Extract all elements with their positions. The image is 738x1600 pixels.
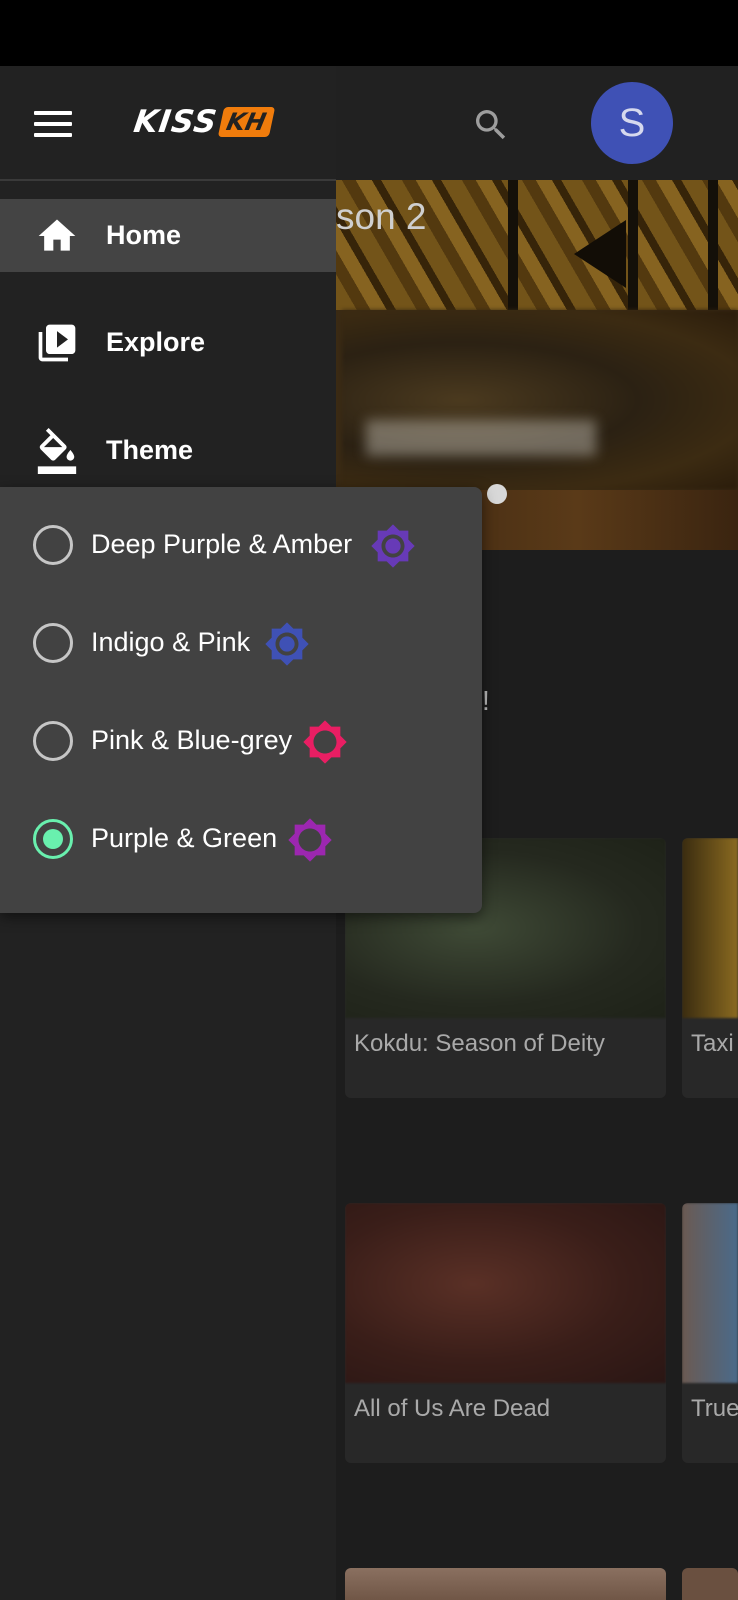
section-text-fragment: !: [482, 685, 490, 716]
theme-option-label: Pink & Blue-grey: [91, 725, 293, 755]
nav-label-theme: Theme: [106, 435, 194, 465]
show-title: Taxi: [691, 1030, 734, 1057]
format-color-fill-icon: [34, 427, 80, 474]
app-logo[interactable]: KISS KH: [131, 104, 275, 140]
show-thumbnail: [682, 1568, 738, 1600]
nav-item-home[interactable]: Home: [0, 199, 336, 272]
theme-swatch-icon: [265, 622, 309, 666]
radio-button[interactable]: [33, 525, 73, 565]
show-card[interactable]: [345, 1568, 666, 1600]
nav-label-explore: Explore: [106, 327, 206, 357]
radio-button[interactable]: [33, 721, 73, 761]
theme-swatch-icon: [303, 720, 347, 764]
search-icon: [476, 110, 506, 140]
user-avatar[interactable]: S: [591, 82, 673, 164]
theme-swatch-icon: [371, 524, 415, 568]
carousel-indicator-dot[interactable]: [487, 484, 507, 504]
show-thumbnail: [682, 1203, 738, 1383]
show-thumbnail: [682, 838, 738, 1018]
home-icon: [34, 213, 80, 259]
show-title: All of Us Are Dead: [354, 1395, 551, 1422]
search-button[interactable]: [468, 102, 514, 148]
radio-button[interactable]: [33, 623, 73, 663]
logo-badge: KH: [217, 107, 275, 137]
show-thumbnail: [345, 1203, 666, 1383]
nav-item-theme[interactable]: Theme: [0, 414, 336, 487]
nav-label-home: Home: [106, 220, 182, 250]
show-card[interactable]: True: [682, 1203, 738, 1463]
menu-icon: [34, 111, 72, 115]
theme-option-label: Indigo & Pink: [91, 627, 251, 657]
theme-option-purple-green[interactable]: Purple & Green: [0, 789, 482, 887]
theme-option-label: Purple & Green: [91, 823, 278, 853]
drawer-header: KISS KH: [0, 66, 336, 181]
show-title: Kokdu: Season of Deity: [354, 1030, 605, 1057]
top-app-bar: [336, 66, 738, 180]
theme-option-label: Deep Purple & Amber: [91, 529, 353, 559]
theme-option-indigo-pink[interactable]: Indigo & Pink: [0, 593, 482, 691]
logo-text: KISS: [131, 104, 220, 140]
show-title: True: [691, 1395, 738, 1422]
menu-button[interactable]: [28, 99, 78, 149]
video-library-icon: [34, 320, 80, 366]
avatar-initial: S: [618, 100, 646, 145]
radio-button-selected[interactable]: [33, 819, 73, 859]
nav-item-explore[interactable]: Explore: [0, 306, 336, 379]
show-card[interactable]: All of Us Are Dead: [345, 1203, 666, 1463]
theme-option-pink-blue-grey[interactable]: Pink & Blue-grey: [0, 691, 482, 789]
hero-backdrop: [342, 310, 738, 490]
theme-swatch-icon: [288, 818, 332, 862]
show-card[interactable]: Taxi: [682, 838, 738, 1098]
hero-title: son 2: [336, 196, 427, 237]
theme-option-deep-purple-amber[interactable]: Deep Purple & Amber: [0, 495, 482, 593]
show-card[interactable]: [682, 1568, 738, 1600]
show-thumbnail: [345, 1568, 666, 1600]
theme-menu: Deep Purple & Amber Indigo & Pink Pink &…: [0, 487, 482, 913]
status-bar: [0, 0, 738, 66]
